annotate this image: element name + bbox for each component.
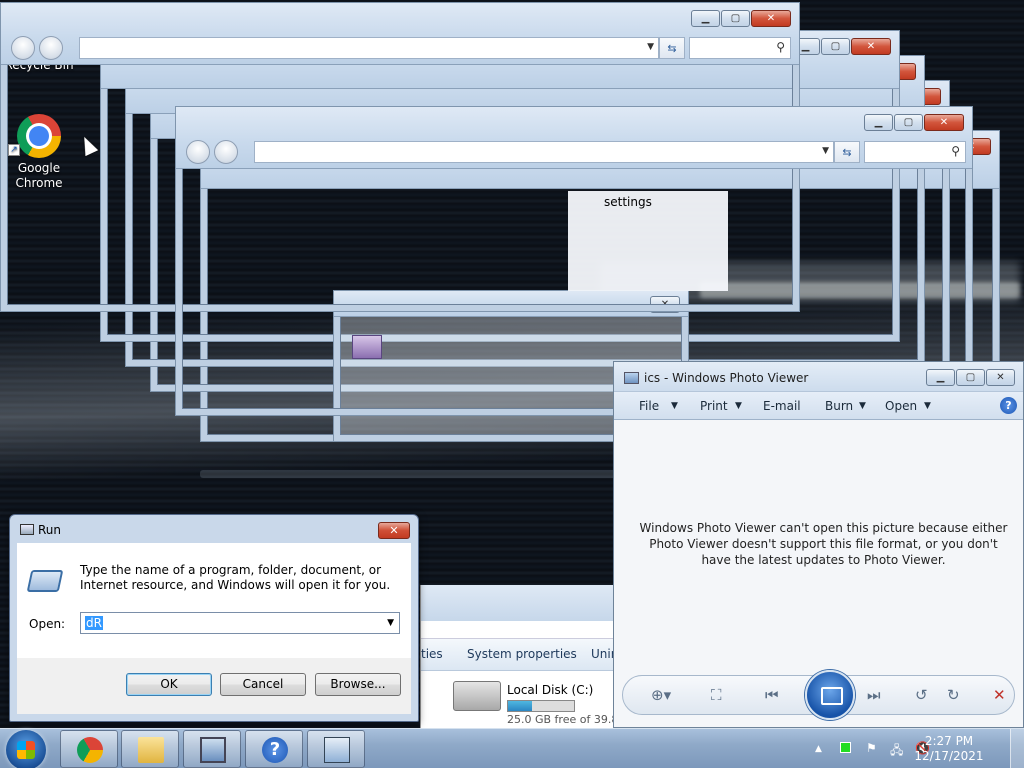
cmd-system-properties[interactable]: System properties — [467, 647, 577, 661]
computer-icon — [200, 737, 226, 763]
rotate-left-icon[interactable]: ↺ — [915, 686, 928, 704]
menu-burn[interactable]: Burn — [825, 399, 853, 413]
system-icon — [324, 737, 350, 763]
search-box[interactable]: ⚲ — [689, 37, 791, 59]
run-dialog: Run ✕ Type the name of a program, folder… — [9, 514, 419, 722]
back-icon[interactable] — [186, 140, 210, 164]
refresh-icon[interactable]: ⇆ — [834, 141, 860, 163]
start-button[interactable] — [6, 730, 46, 768]
clock[interactable]: 2:27 PM 12/17/2021 — [914, 734, 984, 764]
cancel-button[interactable]: Cancel — [220, 673, 306, 696]
hard-disk-icon — [453, 681, 501, 711]
show-desktop-button[interactable] — [1010, 729, 1024, 768]
forward-icon[interactable] — [39, 36, 63, 60]
next-icon[interactable]: ⏭ — [867, 686, 881, 704]
run-title: Run — [38, 523, 62, 537]
rotate-right-icon[interactable]: ↻ — [947, 686, 960, 704]
forward-icon[interactable] — [214, 140, 238, 164]
menu-print[interactable]: Print — [700, 399, 728, 413]
clock-time: 2:27 PM — [924, 734, 974, 748]
explorer-fragment: ties System properties Unin Local Disk (… — [420, 585, 630, 728]
menu-open-arrow-icon: ▼ — [924, 401, 931, 411]
open-input[interactable]: dR ▼ — [80, 612, 400, 634]
photo-viewer-title: ics - Windows Photo Viewer — [644, 371, 809, 385]
taskbar-help[interactable]: ? — [245, 730, 303, 768]
menu-file[interactable]: File — [639, 399, 659, 413]
actual-size-icon[interactable]: ⛶ — [711, 686, 722, 704]
search-box[interactable]: ⚲ — [864, 141, 966, 163]
menu-burn-arrow-icon: ▼ — [859, 401, 866, 411]
minimize-button[interactable]: ▁ — [926, 369, 955, 386]
open-input-value: dR — [85, 616, 103, 630]
ok-button[interactable]: OK — [126, 673, 212, 696]
search-icon: ⚲ — [951, 144, 960, 158]
previous-icon[interactable]: ⏮ — [765, 686, 779, 704]
drive-name[interactable]: Local Disk (C:) — [507, 683, 593, 697]
error-message: Windows Photo Viewer can't open this pic… — [639, 521, 1008, 567]
settings-panel: settings — [568, 191, 728, 291]
address-bar[interactable]: ▼ — [254, 141, 834, 163]
chrome-icon — [77, 737, 103, 763]
cmd-properties[interactable]: ties — [421, 647, 443, 661]
clock-date: 12/17/2021 — [914, 749, 984, 763]
delete-icon[interactable]: ✕ — [993, 686, 1006, 704]
menu-email[interactable]: E-mail — [763, 399, 801, 413]
menu-open[interactable]: Open — [885, 399, 917, 413]
folder-icon — [138, 737, 164, 763]
taskbar: ? ▲ ⚑ 🖧 🔇 2:27 PM 12/17/2021 — [0, 728, 1024, 768]
playback-controls: ⊕▾ ⛶ ⏮ ⏭ ↺ ↻ ✕ — [622, 670, 1015, 720]
close-button[interactable]: ✕ — [378, 522, 410, 539]
browse-button[interactable]: Browse... — [315, 673, 401, 696]
wallpaper-streak — [200, 470, 620, 478]
taskbar-control-panel[interactable] — [183, 730, 241, 768]
drive-free-text: 25.0 GB free of 39.8 G — [507, 713, 631, 726]
green-status-icon[interactable] — [840, 742, 851, 753]
show-hidden-icons[interactable]: ▲ — [815, 744, 822, 754]
back-icon[interactable] — [11, 36, 35, 60]
drive-usage-bar — [507, 700, 575, 712]
close-button[interactable]: ✕ — [986, 369, 1015, 386]
run-icon — [20, 524, 34, 535]
help-icon[interactable]: ? — [1000, 397, 1017, 414]
menu-file-arrow-icon: ▼ — [671, 401, 678, 411]
search-icon: ⚲ — [776, 40, 785, 54]
menu-print-arrow-icon: ▼ — [735, 401, 742, 411]
maximize-button[interactable]: ▢ — [956, 369, 985, 386]
help-icon: ? — [262, 737, 288, 763]
address-bar[interactable]: ▼ — [79, 37, 659, 59]
taskbar-explorer[interactable] — [121, 730, 179, 768]
taskbar-chrome[interactable] — [60, 730, 118, 768]
refresh-icon[interactable]: ⇆ — [659, 37, 685, 59]
zoom-icon[interactable]: ⊕▾ — [651, 686, 671, 704]
photo-viewer-icon — [624, 372, 639, 384]
run-program-icon — [26, 570, 64, 592]
chevron-down-icon[interactable]: ▼ — [387, 618, 394, 628]
photo-viewer-window: ics - Windows Photo Viewer ▁ ▢ ✕ File ▼ … — [613, 361, 1024, 728]
open-label: Open: — [29, 617, 66, 631]
network-icon[interactable]: 🖧 — [890, 741, 903, 762]
slideshow-button[interactable] — [805, 670, 855, 720]
action-center-flag-icon[interactable]: ⚑ — [866, 741, 877, 755]
taskbar-system[interactable] — [307, 730, 365, 768]
settings-label: settings — [604, 195, 652, 209]
run-description: Type the name of a program, folder, docu… — [80, 563, 391, 592]
